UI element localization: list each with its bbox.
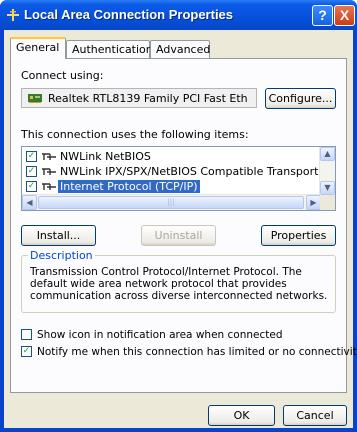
general-tab-panel: Connect using: Realtek RTL8139 Family PC… xyxy=(10,58,357,393)
install-button[interactable]: Install... xyxy=(21,225,96,246)
network-adapter-icon xyxy=(28,94,42,103)
network-connection-icon xyxy=(7,9,19,21)
properties-button[interactable]: Properties xyxy=(261,225,336,246)
scroll-left-icon[interactable]: ◀ xyxy=(22,195,37,210)
properties-window: Local Area Connection Properties ? X Gen… xyxy=(0,0,357,432)
item-checkbox[interactable]: ✓ xyxy=(26,166,37,177)
components-list[interactable]: ✓ NWLink NetBIOS ✓ NWLink IPX/SPX/NetBIO… xyxy=(21,146,336,211)
item-checkbox[interactable]: ✓ xyxy=(26,181,37,192)
description-group: Description Transmission Control Protoco… xyxy=(21,249,336,313)
ok-button[interactable]: OK xyxy=(208,405,275,426)
tab-general[interactable]: General xyxy=(10,37,66,59)
show-icon-label: Show icon in notification area when conn… xyxy=(37,329,283,341)
item-label: Internet Protocol (TCP/IP) xyxy=(58,180,200,193)
tab-advanced[interactable]: Advanced xyxy=(150,40,210,58)
notify-label: Notify me when this connection has limit… xyxy=(37,346,357,358)
vertical-scrollbar[interactable]: ▲ ▼ xyxy=(319,147,335,195)
dialog-client: General Authentication Advanced Connect … xyxy=(4,30,357,428)
configure-button[interactable]: Configure... xyxy=(265,88,336,109)
item-checkbox[interactable]: ✓ xyxy=(26,151,37,162)
adapter-name: Realtek RTL8139 Family PCI Fast Eth xyxy=(48,92,248,105)
help-button[interactable]: ? xyxy=(312,5,333,26)
adapter-field: Realtek RTL8139 Family PCI Fast Eth xyxy=(21,88,257,108)
horizontal-scrollbar[interactable]: ◀ ||| ▶ xyxy=(22,194,321,210)
cancel-button[interactable]: Cancel xyxy=(283,405,347,426)
scroll-down-icon[interactable]: ▼ xyxy=(320,181,335,195)
items-label: This connection uses the following items… xyxy=(21,128,249,141)
window-title: Local Area Connection Properties xyxy=(24,7,234,22)
title-bar[interactable]: Local Area Connection Properties ? X xyxy=(0,0,357,30)
description-text: Transmission Control Protocol/Internet P… xyxy=(30,266,328,302)
scroll-corner xyxy=(320,195,335,210)
notify-checkbox[interactable]: ✓ xyxy=(21,346,32,357)
network-protocol-icon xyxy=(42,153,56,160)
show-icon-checkbox[interactable] xyxy=(21,329,32,340)
network-protocol-icon xyxy=(42,183,56,190)
scroll-up-icon[interactable]: ▲ xyxy=(320,147,335,161)
description-title: Description xyxy=(28,249,95,262)
item-label: NWLink NetBIOS xyxy=(60,150,151,163)
scroll-thumb[interactable]: ||| xyxy=(38,196,304,209)
close-button[interactable]: X xyxy=(334,5,355,26)
connect-using-label: Connect using: xyxy=(21,69,104,82)
item-label: NWLink IPX/SPX/NetBIOS Compatible Transp… xyxy=(60,165,336,178)
scroll-right-icon[interactable]: ▶ xyxy=(306,195,321,210)
network-protocol-icon xyxy=(42,168,56,175)
tab-authentication[interactable]: Authentication xyxy=(66,40,153,58)
uninstall-button[interactable]: Uninstall xyxy=(141,225,216,246)
